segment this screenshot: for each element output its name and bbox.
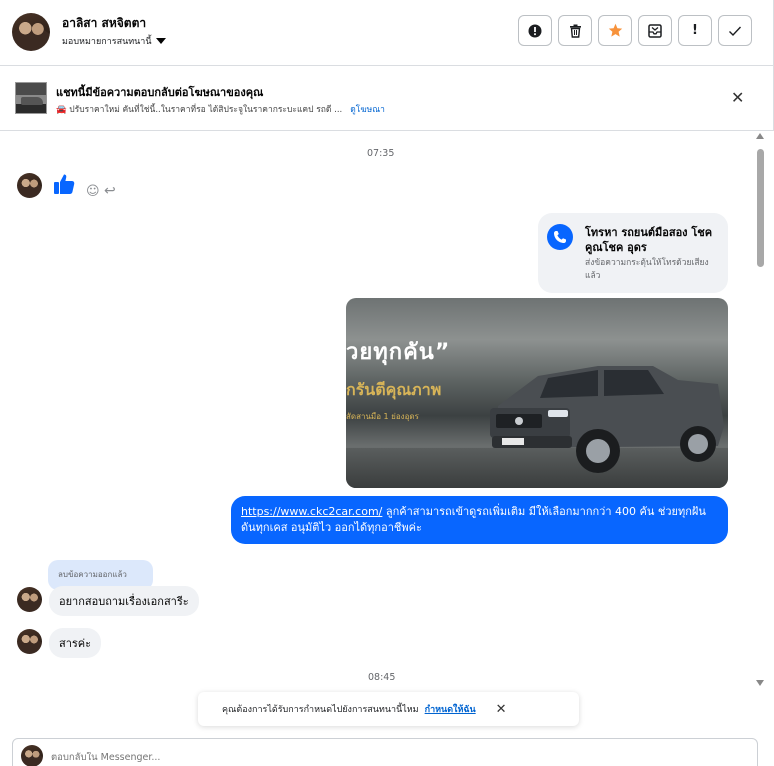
call-card-title: โทรหา รถยนต์มือสอง โชคคูณโชค อุดร xyxy=(585,226,713,254)
incoming-message: สารค่ะ xyxy=(49,628,102,658)
check-icon xyxy=(729,26,742,36)
close-icon[interactable]: ✕ xyxy=(496,702,507,717)
scroll-up-arrow-icon[interactable] xyxy=(756,133,764,139)
assign-to-me-link[interactable]: กำหนดให้ฉัน xyxy=(425,702,476,716)
contact-avatar[interactable] xyxy=(17,629,42,654)
star-icon xyxy=(608,23,622,37)
conversation-header: อาลิสา สหจิตตา มอบหมายการสนทนานี้ ! xyxy=(0,0,774,66)
incoming-message-text: สารค่ะ xyxy=(59,637,92,650)
header-actions: ! xyxy=(518,15,752,46)
caret-down-icon xyxy=(155,38,166,44)
archive-icon xyxy=(648,23,662,38)
archive-button[interactable] xyxy=(638,15,672,46)
timestamp: 07:35 xyxy=(367,148,395,159)
incoming-message: อยากสอบถามเรื่องเอกสารีะ xyxy=(49,586,199,616)
call-request-card: โทรหา รถยนต์มือสอง โชคคูณโชค อุดร ส่งข้อ… xyxy=(538,213,728,293)
timestamp: 08:45 xyxy=(368,672,396,683)
toast-text: คุณต้องการได้รับการกำหนดไปยังการสนทนานี้… xyxy=(222,705,419,715)
ad-banner-title: แชทนี้มีข้อความตอบกลับต่อโฆษณาของคุณ xyxy=(56,86,264,99)
incoming-message-text: อยากสอบถามเรื่องเอกสารีะ xyxy=(59,595,189,608)
ad-image-gold-text: กรันตีคุณภาพ xyxy=(346,380,442,399)
pickup-truck-illustration xyxy=(490,366,724,473)
reply-composer xyxy=(12,738,758,766)
reply-input[interactable] xyxy=(51,752,451,763)
thumbs-up-icon xyxy=(54,174,75,194)
mark-done-button[interactable] xyxy=(718,15,752,46)
assign-conversation-dropdown[interactable]: มอบหมายการสนทนานี้ xyxy=(62,34,166,48)
trash-icon xyxy=(569,24,581,38)
phone-icon xyxy=(547,224,573,250)
contact-avatar[interactable] xyxy=(17,587,42,612)
reply-icon[interactable]: ↩ xyxy=(104,183,116,199)
view-ad-link[interactable]: ดูโฆษณา xyxy=(350,102,385,116)
exclamation-icon: ! xyxy=(692,23,698,38)
star-button[interactable] xyxy=(598,15,632,46)
ad-banner-subtitle: 🚘 ปรับราคาใหม่ คันที่ใช่นี้..ในราคาที่รอ… xyxy=(56,105,343,115)
ad-image-headline: วยทุกคัน” xyxy=(346,340,451,365)
alert-circle-icon xyxy=(528,24,542,37)
page-avatar xyxy=(21,745,43,766)
close-icon[interactable]: ✕ xyxy=(731,88,744,107)
contact-avatar[interactable] xyxy=(17,173,42,198)
ad-banner-subtitle-row: 🚘 ปรับราคาใหม่ คันที่ใช่นี้..ในราคาที่รอ… xyxy=(56,102,385,116)
ad-image-small-text: สัดสานมือ 1 ย่องอุดร xyxy=(346,412,419,421)
call-card-subtitle: ส่งข้อความกระตุ้นให้โทรด้วยเสียงแล้ว xyxy=(585,258,709,281)
assign-label: มอบหมายการสนทนานี้ xyxy=(62,37,152,47)
mark-spam-button[interactable]: ! xyxy=(678,15,712,46)
delete-button[interactable] xyxy=(558,15,592,46)
react-emoji-icon[interactable]: ☺ xyxy=(86,184,100,199)
report-button[interactable] xyxy=(518,15,552,46)
scroll-down-arrow-icon[interactable] xyxy=(756,680,764,686)
scrollbar-thumb[interactable] xyxy=(757,149,764,267)
car-ad-image[interactable]: วยทุกคัน” กรันตีคุณภาพ สัดสานมือ 1 ย่องอ… xyxy=(346,298,728,488)
thread-scrollbar[interactable] xyxy=(755,131,767,691)
assign-prompt-toast: คุณต้องการได้รับการกำหนดไปยังการสนทนานี้… xyxy=(198,692,579,726)
contact-name[interactable]: อาลิสา สหจิตตา xyxy=(62,14,146,33)
ad-reply-banner: แชทนี้มีข้อความตอบกลับต่อโฆษณาของคุณ 🚘 ป… xyxy=(0,66,774,131)
contact-avatar[interactable] xyxy=(12,13,50,51)
website-link[interactable]: https://www.ckc2car.com/ xyxy=(241,505,382,518)
ad-thumbnail[interactable] xyxy=(15,82,47,114)
outgoing-message: https://www.ckc2car.com/ ลูกค้าสามารถเข้… xyxy=(231,496,728,544)
